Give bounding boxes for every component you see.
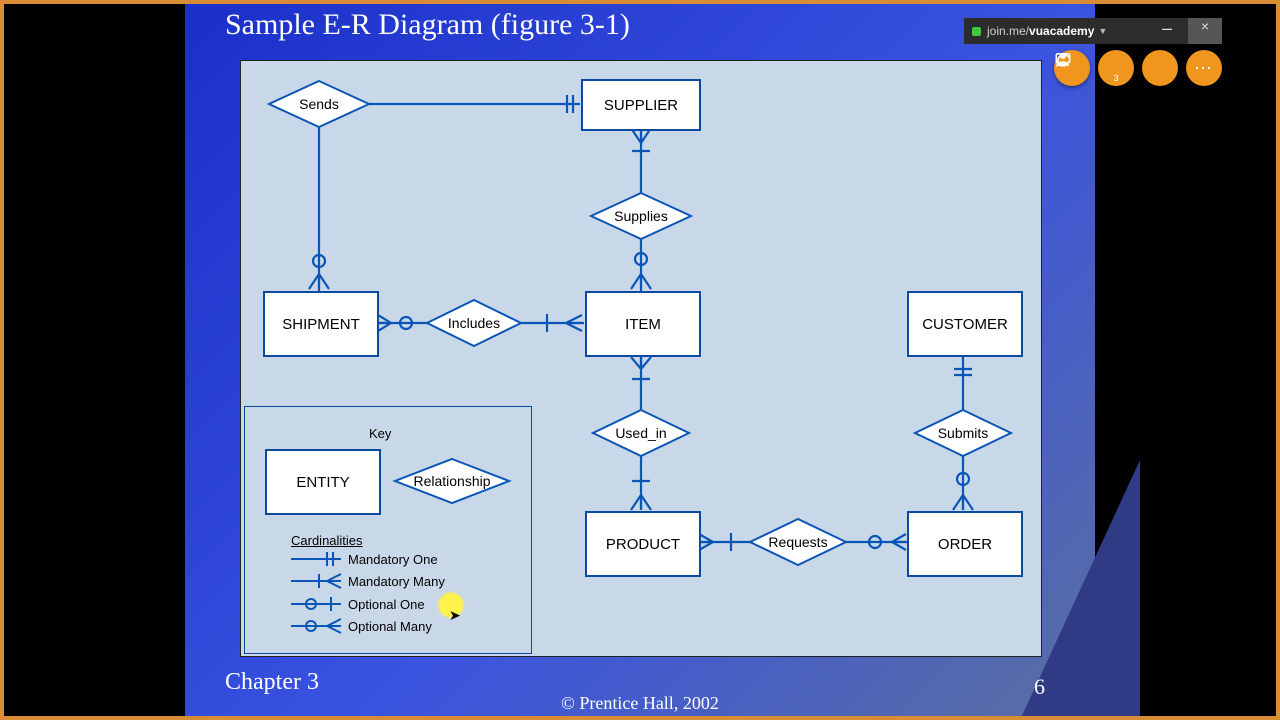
stage: Sample E-R Diagram (figure 3-1) — [0, 0, 1280, 720]
video-frame-border — [0, 0, 1280, 720]
